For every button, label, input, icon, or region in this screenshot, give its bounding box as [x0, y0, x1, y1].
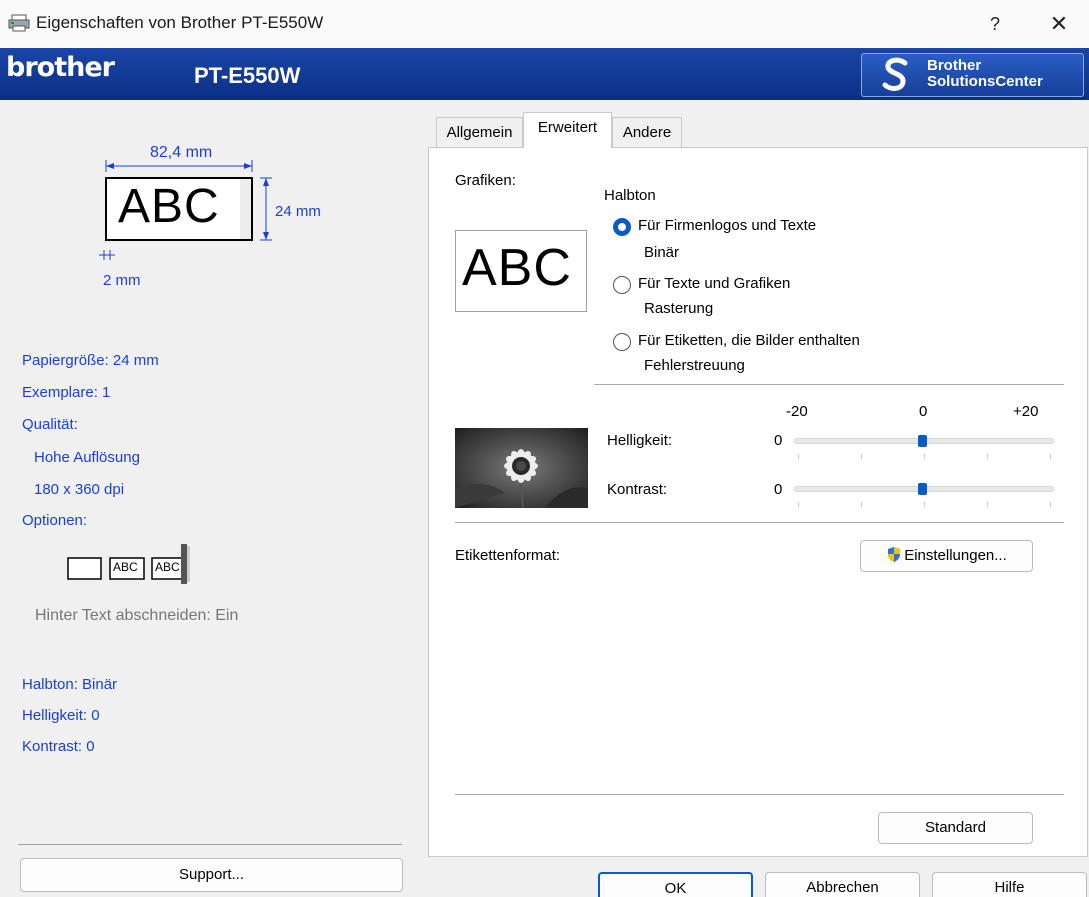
summary-halftone: Halbton: Binär [22, 676, 118, 693]
summary-cut-text: Hinter Text abschneiden: Ein [35, 607, 239, 624]
slider-tick [924, 502, 925, 507]
standard-button[interactable]: Standard [878, 812, 1033, 844]
summary-brightness: Helligkeit: 0 [22, 707, 100, 724]
option-sample-1: ABC [113, 560, 138, 574]
preview-margin-dimension: 2 mm [103, 272, 141, 289]
summary-resolution: 180 x 360 dpi [34, 481, 125, 498]
slider-tick [987, 502, 988, 507]
radio-texte-grafiken-label[interactable]: Für Texte und Grafiken [638, 275, 790, 292]
scale-max-label: +20 [1013, 403, 1039, 420]
bottom-divider [455, 794, 1064, 795]
graphics-label: Grafiken: [455, 172, 516, 189]
tab-allgemein[interactable]: Allgemein [436, 117, 523, 147]
radio-texte-grafiken[interactable] [613, 276, 631, 294]
solutions-center-line1: Brother [927, 57, 982, 74]
slider-tick [861, 454, 862, 459]
uac-shield-icon [888, 547, 901, 562]
summary-quality-value: Hohe Auflösung [34, 449, 140, 466]
slider-tick [924, 454, 925, 459]
sunflower-sample-image [455, 428, 588, 508]
label-format-label: Etikettenformat: [455, 547, 561, 564]
radio-etiketten-bilder-label[interactable]: Für Etiketten, die Bilder enthalten [638, 332, 860, 349]
printer-icon [8, 14, 30, 32]
left-divider [18, 844, 402, 845]
summary-options-label: Optionen: [22, 512, 88, 529]
radio-firmenlogos-label[interactable]: Für Firmenlogos und Texte [638, 217, 816, 234]
brother-logo: brother [6, 52, 115, 83]
slider-tick [798, 502, 799, 507]
radio-etiketten-bilder[interactable] [613, 333, 631, 351]
radio-etiketten-bilder-sub: Fehlerstreuung [644, 357, 745, 374]
radio-texte-grafiken-sub: Rasterung [644, 300, 714, 317]
summary-contrast: Kontrast: 0 [22, 738, 95, 755]
tab-andere[interactable]: Andere [612, 117, 682, 147]
settings-button-label: Einstellungen... [904, 547, 1007, 564]
cancel-button[interactable]: Abbrechen [765, 872, 920, 897]
summary-copies: Exemplare: 1 [22, 384, 111, 401]
preview-height-dimension: 24 mm [275, 203, 321, 220]
settings-button[interactable]: Einstellungen... [860, 540, 1033, 572]
adjust-divider [455, 522, 1064, 523]
halftone-label: Halbton [604, 187, 656, 204]
brightness-value: 0 [774, 432, 783, 449]
contrast-value: 0 [774, 481, 783, 498]
halftone-preview-text: ABC [462, 239, 572, 297]
close-button[interactable]: ✕ [1042, 10, 1076, 38]
slider-tick [861, 502, 862, 507]
preview-sample-text: ABC [118, 180, 220, 233]
slider-tick [1050, 454, 1051, 459]
radio-firmenlogos-sub: Binär [644, 244, 680, 261]
option-sample-2: ABC [155, 560, 180, 574]
slider-tick [1050, 502, 1051, 507]
window-title: Eigenschaften von Brother PT-E550W [36, 13, 324, 32]
contrast-label: Kontrast: [607, 481, 668, 498]
solutions-center-line2: SolutionsCenter [927, 73, 1043, 90]
contrast-slider-thumb[interactable] [918, 483, 927, 495]
brightness-label: Helligkeit: [607, 432, 673, 449]
summary-paper-size: Papiergröße: 24 mm [22, 352, 159, 369]
brightness-slider-thumb[interactable] [918, 435, 927, 447]
ok-button[interactable]: OK [598, 872, 753, 897]
slider-tick [798, 454, 799, 459]
scale-min-label: -20 [786, 403, 808, 420]
tab-erweitert[interactable]: Erweitert [523, 112, 612, 148]
slider-tick [987, 454, 988, 459]
radio-firmenlogos[interactable] [613, 218, 631, 236]
help-button[interactable]: Hilfe [932, 872, 1087, 897]
halftone-divider [594, 384, 1064, 385]
summary-quality-label: Qualität: [22, 416, 78, 433]
brother-solutions-s-icon [882, 57, 908, 91]
preview-width-dimension: 82,4 mm [150, 144, 213, 161]
model-name: PT-E550W [194, 63, 301, 88]
support-button[interactable]: Support... [20, 858, 403, 892]
scale-mid-label: 0 [919, 403, 928, 420]
title-help-button[interactable]: ? [980, 10, 1010, 38]
